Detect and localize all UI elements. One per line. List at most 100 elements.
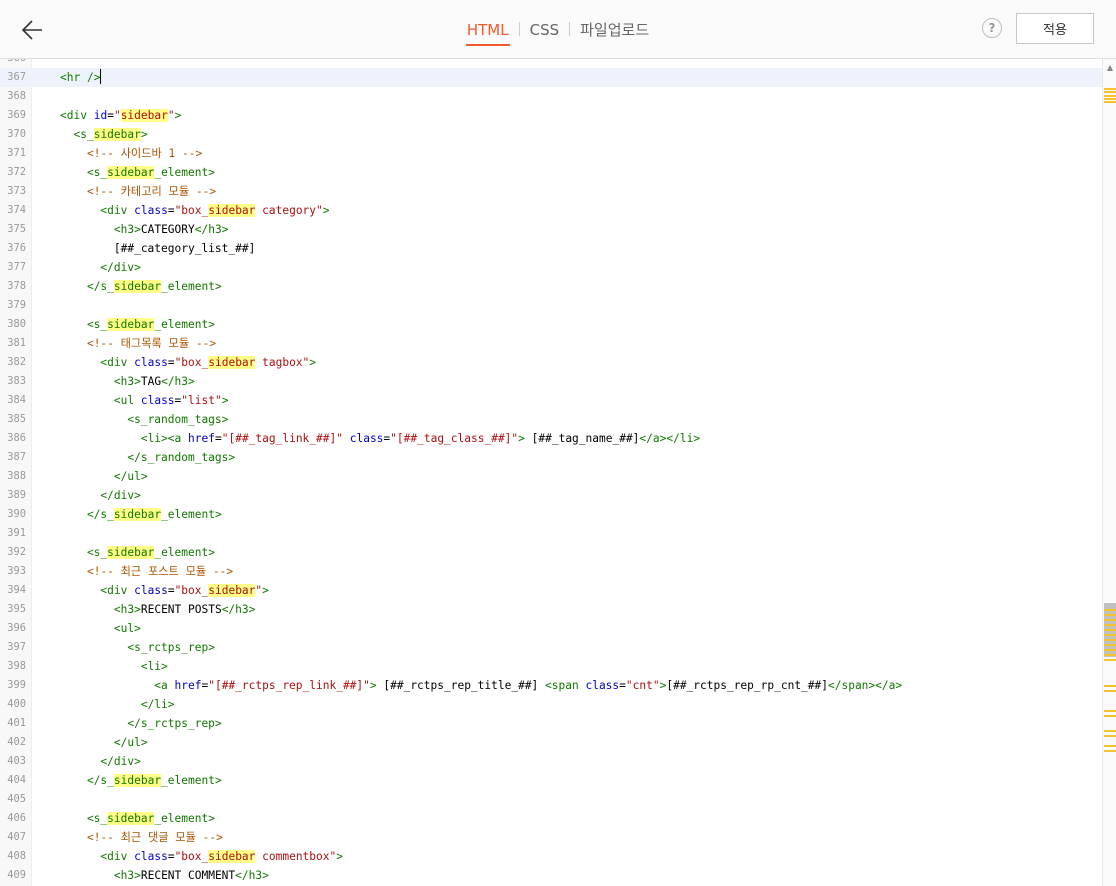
line-content: </s_rctps_rep> [127,717,222,730]
line-number: 390 [7,508,26,520]
vertical-scrollbar[interactable]: ▲ [1102,59,1116,886]
line-content: </div> [100,489,141,502]
code-line[interactable]: 389 </div> [0,486,1102,505]
line-content: <!-- 카테고리 모듈 --> [86,185,217,198]
line-number: 393 [7,565,26,577]
line-content: </ul> [113,470,148,483]
editor-tabs: HTML CSS 파일업로드 [0,19,1116,46]
code-line[interactable]: 377 </div> [0,258,1102,277]
line-number: 402 [7,736,26,748]
line-content: <li> [140,660,168,673]
search-match-marker [1104,88,1116,90]
search-match-marker [1104,91,1116,93]
search-match-marker [1104,685,1116,687]
code-line[interactable]: 406 <s_sidebar_element> [0,809,1102,828]
code-line[interactable]: 398 <li> [0,657,1102,676]
code-line[interactable]: 404 </s_sidebar_element> [0,771,1102,790]
line-number: 377 [7,261,26,273]
search-match-marker [1104,644,1116,646]
tab-divider [569,22,571,36]
code-line[interactable]: 383 <h3>TAG</h3> [0,372,1102,391]
tab-css[interactable]: CSS [529,19,561,44]
code-line[interactable]: 384 <ul class="list"> [0,391,1102,410]
code-line[interactable]: 372 <s_sidebar_element> [0,163,1102,182]
line-content: <h3>CATEGORY</h3> [113,223,229,236]
line-number: 384 [7,394,26,406]
code-line[interactable]: 366 [0,59,1102,68]
tab-html[interactable]: HTML [465,19,510,46]
code-line[interactable]: 385 <s_random_tags> [0,410,1102,429]
line-content: <s_sidebar_element> [86,812,215,825]
code-line[interactable]: 381 <!-- 태그목록 모듈 --> [0,334,1102,353]
search-match-marker [1104,659,1116,661]
code-line[interactable]: 379 [0,296,1102,315]
code-line[interactable]: 371 <!-- 사이드바 1 --> [0,144,1102,163]
line-number: 394 [7,584,26,596]
code-line[interactable]: 405 [0,790,1102,809]
code-line[interactable]: 373 <!-- 카테고리 모듈 --> [0,182,1102,201]
line-number: 378 [7,280,26,292]
line-number: 383 [7,375,26,387]
code-line[interactable]: 386 <li><a href="[##_tag_link_##]" class… [0,429,1102,448]
code-line[interactable]: 369 <div id="sidebar"> [0,106,1102,125]
code-line[interactable]: 399 <a href="[##_rctps_rep_link_##]"> [#… [0,676,1102,695]
code-line[interactable]: 397 <s_rctps_rep> [0,638,1102,657]
code-line[interactable]: 392 <s_sidebar_element> [0,543,1102,562]
line-content: <s_random_tags> [127,413,229,426]
line-content: <h3>RECENT POSTS</h3> [113,603,256,616]
line-content: <h3>RECENT COMMENT</h3> [113,869,269,882]
code-line[interactable]: 391 [0,524,1102,543]
code-line[interactable]: 403 </div> [0,752,1102,771]
editor-header: HTML CSS 파일업로드 ? 적용 [0,0,1116,59]
line-number: 408 [7,850,26,862]
tab-file-upload[interactable]: 파일업로드 [579,19,650,44]
search-match-marker [1104,609,1116,611]
line-number: 386 [7,432,26,444]
code-line[interactable]: 387 </s_random_tags> [0,448,1102,467]
search-match-marker [1104,619,1116,621]
code-line[interactable]: 393 <!-- 최근 포스트 모듈 --> [0,562,1102,581]
code-line[interactable]: 382 <div class="box_sidebar tagbox"> [0,353,1102,372]
search-match-marker [1104,750,1116,752]
line-number: 399 [7,679,26,691]
code-line[interactable]: 400 </li> [0,695,1102,714]
line-number: 400 [7,698,26,710]
code-line[interactable]: 394 <div class="box_sidebar"> [0,581,1102,600]
code-line[interactable]: 367 <hr /> [0,68,1102,87]
line-number: 371 [7,147,26,159]
code-line[interactable]: 409 <h3>RECENT COMMENT</h3> [0,866,1102,885]
code-line[interactable]: 380 <s_sidebar_element> [0,315,1102,334]
line-number: 398 [7,660,26,672]
scroll-up-arrow-icon[interactable]: ▲ [1105,63,1115,73]
line-content: </s_sidebar_element> [86,508,222,521]
line-content: </s_sidebar_element> [86,280,222,293]
line-number: 374 [7,204,26,216]
code-line[interactable]: 402 </ul> [0,733,1102,752]
code-line[interactable]: 390 </s_sidebar_element> [0,505,1102,524]
code-line[interactable]: 370 <s_sidebar> [0,125,1102,144]
code-line[interactable]: 396 <ul> [0,619,1102,638]
code-line[interactable]: 407 <!-- 최근 댓글 모듈 --> [0,828,1102,847]
search-match-marker [1104,715,1116,717]
line-content: [##_category_list_##] [60,242,256,255]
line-number: 409 [7,869,26,881]
tab-divider [518,22,520,36]
code-editor[interactable]: 366 367 <hr /> 368 369 <div id="sidebar"> 370 … [0,59,1102,886]
code-line[interactable]: 378 </s_sidebar_element> [0,277,1102,296]
code-line[interactable]: 408 <div class="box_sidebar commentbox"> [0,847,1102,866]
code-line[interactable]: 375 <h3>CATEGORY</h3> [0,220,1102,239]
apply-button[interactable]: 적용 [1016,13,1094,44]
code-line[interactable]: 401 </s_rctps_rep> [0,714,1102,733]
code-line[interactable]: 374 <div class="box_sidebar category"> [0,201,1102,220]
search-match-marker [1104,98,1116,100]
help-button[interactable]: ? [982,18,1002,38]
code-line[interactable]: 376 [##_category_list_##] [0,239,1102,258]
code-line[interactable]: 395 <h3>RECENT POSTS</h3> [0,600,1102,619]
line-number: 404 [7,774,26,786]
line-number: 385 [7,413,26,425]
code-line[interactable]: 368 [0,87,1102,106]
code-line[interactable]: 388 </ul> [0,467,1102,486]
line-content: <li><a href="[##_tag_link_##]" class="[#… [140,432,701,445]
search-match-marker [1104,730,1116,732]
line-content: <!-- 최근 포스트 모듈 --> [86,565,234,578]
